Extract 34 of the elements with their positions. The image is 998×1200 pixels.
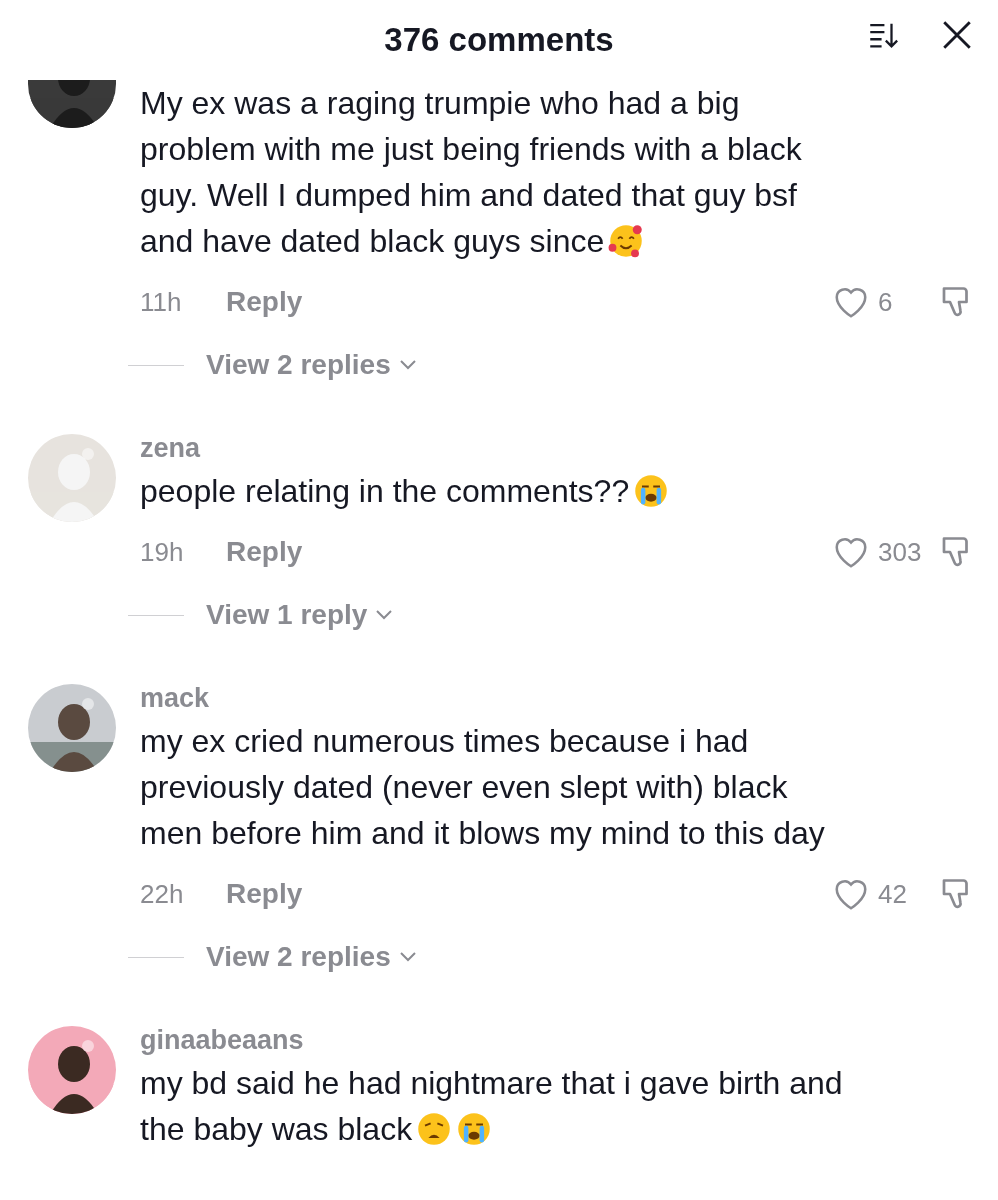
timestamp: 19h [140, 536, 185, 568]
smiling-face-hearts-icon [608, 223, 645, 259]
comment-text: guy. Well I dumped him and dated that guy bsf [140, 176, 798, 215]
crying-face-icon [456, 1111, 493, 1147]
crying-face-icon [633, 473, 670, 509]
username[interactable]: zena [140, 428, 974, 468]
comment-text: previously dated (never even slept with) black [140, 768, 789, 807]
timestamp: 11h [140, 286, 183, 318]
chevron-down-icon [398, 951, 417, 963]
comment-text: the baby was black [140, 1106, 974, 1152]
weary-face-icon [416, 1111, 453, 1147]
view-replies-button[interactable]: View 1 reply [206, 599, 394, 631]
comment-text: people relating in the comments?? [140, 468, 974, 514]
close-icon[interactable] [940, 18, 974, 52]
reply-button[interactable]: Reply [226, 536, 303, 568]
comment-text: problem with me just being friends with a black [140, 130, 803, 169]
comment-text: my bd said he had nightmare that i gave birth and [140, 1064, 844, 1103]
chevron-down-icon [398, 359, 417, 371]
comment-text: My ex was a raging trumpie who had a big [140, 84, 741, 123]
comment-text: and have dated black guys since [140, 218, 974, 264]
comments-count-title: 376 comments [384, 21, 614, 59]
username[interactable]: ginaabeaans [140, 1020, 974, 1060]
like-count: 42 [878, 878, 908, 910]
reply-button[interactable]: Reply [226, 286, 303, 318]
username[interactable]: mack [140, 678, 974, 718]
like-count: 6 [878, 286, 894, 318]
like-count: 303 [878, 536, 923, 568]
view-replies-button[interactable]: View 2 replies [206, 349, 417, 381]
comment-text: my ex cried numerous times because i had [140, 722, 750, 761]
view-replies-button[interactable]: View 2 replies [206, 941, 417, 973]
timestamp: 22h [140, 878, 185, 910]
comment-text: men before him and it blows my mind to this day [140, 814, 826, 853]
reply-button[interactable]: Reply [226, 878, 303, 910]
chevron-down-icon [375, 609, 394, 621]
